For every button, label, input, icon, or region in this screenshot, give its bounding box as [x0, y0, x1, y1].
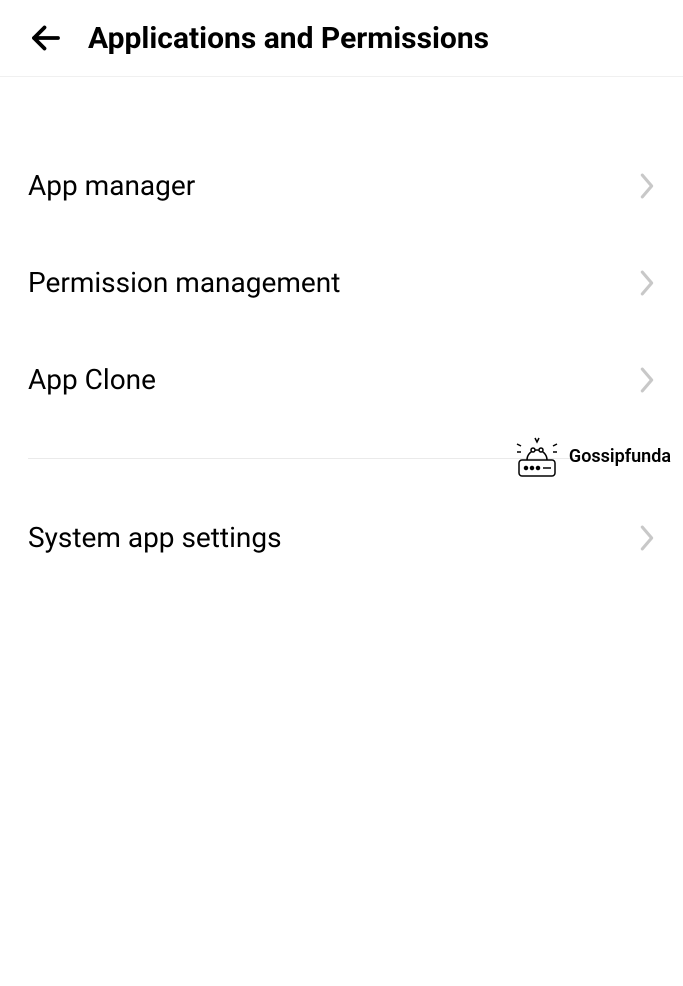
chevron-right-icon — [639, 172, 655, 200]
list-item-system-app-settings[interactable]: System app settings — [0, 489, 683, 586]
page-title: Applications and Permissions — [88, 21, 489, 56]
page-header: Applications and Permissions — [0, 0, 683, 77]
watermark-text: Gossipfunda — [569, 446, 671, 467]
list-item-permission-management[interactable]: Permission management — [0, 234, 683, 331]
watermark: Gossipfunda — [513, 432, 671, 480]
watermark-logo-icon — [513, 432, 561, 480]
content-area: App manager Permission management App Cl… — [0, 77, 683, 586]
back-button[interactable] — [28, 20, 64, 56]
list-item-app-clone[interactable]: App Clone — [0, 331, 683, 428]
list-item-label: Permission management — [28, 266, 340, 299]
back-arrow-icon — [28, 20, 64, 56]
list-item-label: App manager — [28, 169, 195, 202]
list-item-app-manager[interactable]: App manager — [0, 137, 683, 234]
chevron-right-icon — [639, 524, 655, 552]
list-item-label: App Clone — [28, 363, 156, 396]
list-item-label: System app settings — [28, 521, 282, 554]
chevron-right-icon — [639, 366, 655, 394]
chevron-right-icon — [639, 269, 655, 297]
